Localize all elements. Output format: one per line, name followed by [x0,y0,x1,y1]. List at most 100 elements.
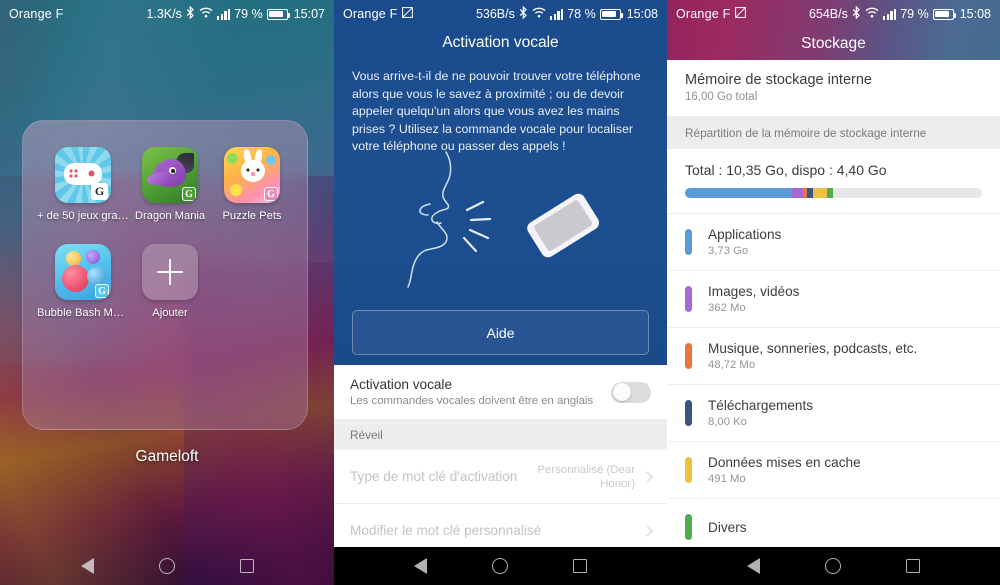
carrier-label: Orange F [676,7,731,21]
section-header-reveil: Réveil [334,420,667,450]
item-name: Images, vidéos [708,284,800,299]
storage-total-block: Total : 10,35 Go, dispo : 4,40 Go [667,149,1000,214]
app-label: Dragon Mania [134,210,206,222]
recent-apps-icon[interactable] [239,559,254,573]
panel-home-folder: Orange F 1.3K/s 79 % 15:07 G + de 50 jeu… [0,0,334,585]
signal-icon [882,8,897,20]
keyword-type-row[interactable]: Type de mot clé d'activation Personnalis… [334,450,667,504]
bubble-bash-mania-icon: G [55,244,111,300]
panel-storage: Orange F 654B/s 79 % 15:08 Stockage Mémo… [667,0,1000,585]
row-title: Activation vocale [350,377,453,392]
voice-illustration [334,150,667,300]
screenshot-icon [402,7,414,21]
home-icon[interactable] [824,558,841,574]
carrier-label: Orange F [9,7,64,21]
color-chip [685,400,692,426]
voice-activation-switch[interactable] [611,381,651,403]
battery-icon [266,8,291,20]
battery-icon [932,8,957,20]
row-value: Personnalisé (Dear Honor) [537,463,636,490]
row-label: Type de mot clé d'activation [350,469,518,484]
voice-settings-list: Activation vocale Les commandes vocales … [334,365,667,558]
battery-percent-label: 79 % [234,7,263,21]
item-size: 362 Mo [708,302,746,314]
item-name: Données mises en cache [708,455,861,470]
signal-icon [216,8,231,20]
back-icon[interactable] [80,558,94,574]
bar-segment-images-videos [791,188,803,198]
plus-icon [142,244,198,300]
storage-item-applications[interactable]: Applications 3,73 Go [667,214,1000,271]
panel-voice-activation: Orange F 536B/s 78 % 15:08 Activation vo [334,0,667,585]
carrier-label: Orange F [343,7,398,21]
section-header-distribution: Répartition de la mémoire de stockage in… [667,117,1000,149]
wifi-icon [199,7,213,21]
storage-item-cache[interactable]: Données mises en cache 491 Mo [667,442,1000,499]
navigation-bar-panel3 [667,547,1000,585]
bluetooth-icon [186,5,195,22]
clock-label: 15:08 [959,7,991,21]
storage-usage-bar [685,188,982,198]
page-title: Stockage [801,35,866,52]
navigation-bar-panel2 [334,547,667,585]
network-speed-label: 654B/s [808,7,848,21]
app-item-puzzle-pets[interactable]: G Puzzle Pets [211,147,293,222]
item-size: 491 Mo [708,473,746,485]
item-size: 8,00 Ko [708,416,747,428]
app-label: Ajouter [152,307,188,319]
home-icon[interactable] [158,558,175,574]
bar-segment-libre [832,188,982,198]
bluetooth-icon [852,5,861,22]
battery-percent-label: 79 % [900,7,929,21]
item-name: Divers [708,519,747,535]
app-item-bubble-bash-mania[interactable]: G Bubble Bash Mania [37,244,129,319]
folder-name-label[interactable]: Gameloft [0,448,334,466]
app-folder-panel[interactable]: G + de 50 jeux gratuit.. G Dragon Mania … [22,120,308,430]
back-icon[interactable] [747,558,761,574]
app-label: Puzzle Pets [222,210,282,222]
color-chip [685,457,692,483]
app-grid: G + de 50 jeux gratuit.. G Dragon Mania … [37,147,293,319]
color-chip [685,286,692,312]
screenshot-icon [735,7,747,21]
app-label: + de 50 jeux gratuit.. [37,210,129,222]
dragon-mania-icon: G [142,147,198,203]
navigation-bar-panel1 [0,547,334,585]
memory-subtitle: 16,00 Go total [685,91,758,103]
storage-total-label: Total : 10,35 Go, dispo : 4,40 Go [685,162,887,178]
row-label: Modifier le mot clé personnalisé [350,523,542,538]
help-button[interactable]: Aide [352,310,649,355]
color-chip [685,514,692,540]
item-name: Applications [708,227,782,242]
chevron-right-icon [641,470,653,483]
recent-apps-icon[interactable] [905,559,920,573]
item-name: Téléchargements [708,398,814,413]
signal-icon [549,8,564,20]
memory-title: Mémoire de stockage interne [685,72,872,88]
row-subtitle: Les commandes vocales doivent être en an… [350,395,594,407]
voice-activation-toggle-row[interactable]: Activation vocale Les commandes vocales … [334,365,667,420]
voice-description-text: Vous arrive-t-il de ne pouvoir trouver v… [352,69,641,153]
three-phone-screenshots: Orange F 1.3K/s 79 % 15:07 G + de 50 jeu… [0,0,1000,585]
app-item-add[interactable]: Ajouter [129,244,211,319]
app-item-dragon-mania[interactable]: G Dragon Mania [129,147,211,222]
bluetooth-icon [519,5,528,22]
storage-item-musique[interactable]: Musique, sonneries, podcasts, etc. 48,72… [667,328,1000,385]
storage-item-images-videos[interactable]: Images, vidéos 362 Mo [667,271,1000,328]
app-label: Bubble Bash Mania [37,307,129,319]
network-speed-label: 536B/s [475,7,515,21]
storage-item-divers[interactable]: Divers [667,499,1000,547]
internal-memory-header[interactable]: Mémoire de stockage interne 16,00 Go tot… [667,60,1000,117]
back-icon[interactable] [414,558,428,574]
storage-content: Mémoire de stockage interne 16,00 Go tot… [667,60,1000,547]
bar-segment-applications [685,188,792,198]
network-speed-label: 1.3K/s [146,7,182,21]
puzzle-pets-icon: G [224,147,280,203]
recent-apps-icon[interactable] [572,559,587,573]
wifi-icon [865,7,879,21]
wifi-icon [532,7,546,21]
app-item-gameloft-games[interactable]: G + de 50 jeux gratuit.. [37,147,129,222]
clock-label: 15:08 [626,7,658,21]
home-icon[interactable] [491,558,508,574]
storage-item-telechargements[interactable]: Téléchargements 8,00 Ko [667,385,1000,442]
